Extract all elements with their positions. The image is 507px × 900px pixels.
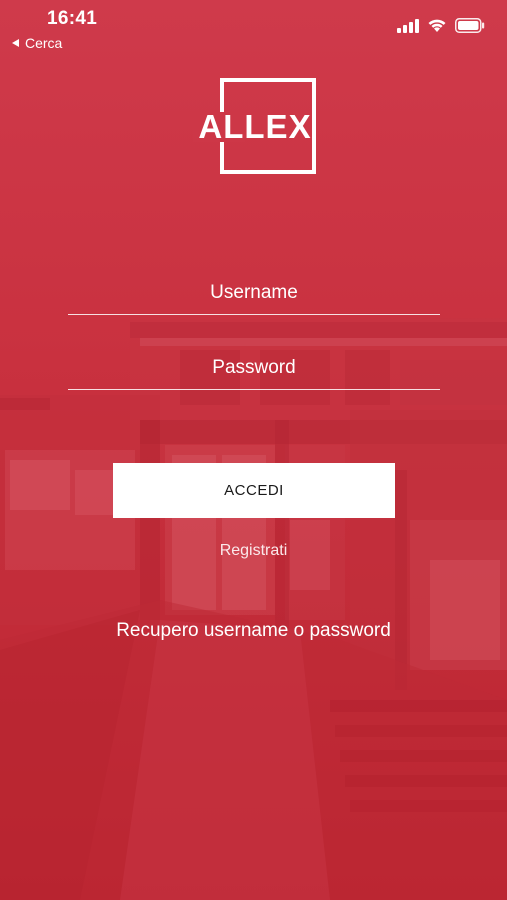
password-field[interactable]: Password xyxy=(68,351,440,390)
status-time: 16:41 xyxy=(47,8,98,29)
status-bar: 16:41 Cerca xyxy=(0,0,507,58)
register-link[interactable]: Registrati xyxy=(0,542,507,560)
status-icons xyxy=(397,18,485,33)
password-placeholder: Password xyxy=(212,357,296,378)
battery-icon xyxy=(455,18,485,33)
allex-logo: ALLEX xyxy=(193,78,316,174)
back-link-label: Cerca xyxy=(25,35,63,51)
username-placeholder: Username xyxy=(210,282,298,303)
back-to-search-link[interactable]: Cerca xyxy=(12,35,62,51)
wifi-icon xyxy=(428,19,446,32)
recover-credentials-link[interactable]: Recupero username o password xyxy=(0,620,507,642)
signal-icon xyxy=(397,18,419,33)
svg-text:ALLEX: ALLEX xyxy=(198,108,311,145)
username-field[interactable]: Username xyxy=(68,276,440,315)
back-arrow-icon xyxy=(12,39,19,47)
login-button[interactable]: ACCEDI xyxy=(113,463,395,518)
